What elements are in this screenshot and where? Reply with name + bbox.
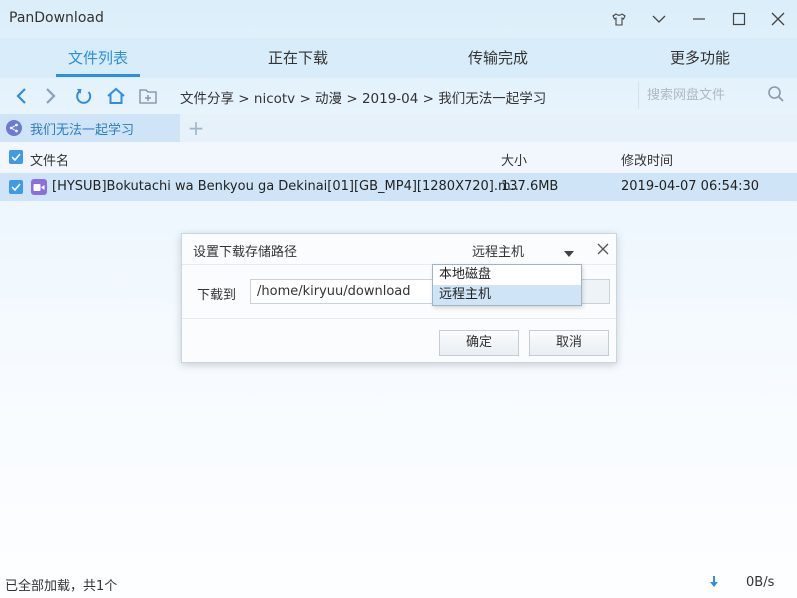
active-tab-indicator (56, 74, 140, 77)
search-box (638, 81, 790, 109)
download-arrow-icon (708, 575, 720, 593)
breadcrumb[interactable]: 文件分享 > nicotv > 动漫 > 2019-04 > 我们无法一起学习 (180, 87, 546, 107)
folder-tab-label: 我们无法一起学习 (30, 122, 135, 138)
file-modified: 2019-04-07 06:54:30 (621, 179, 760, 194)
title-bar: PanDownload (0, 0, 797, 38)
storage-mode-value: 远程主机 (472, 245, 525, 260)
share-icon (6, 120, 22, 136)
add-tab-icon[interactable]: + (186, 117, 206, 139)
close-icon[interactable] (766, 8, 790, 30)
column-header-name[interactable]: 文件名 (30, 150, 69, 169)
folder-tab[interactable]: 我们无法一起学习 (0, 114, 180, 142)
storage-mode-dropdown: 本地磁盘 远程主机 (432, 264, 582, 306)
main-tabs: 文件列表 正在下载 传输完成 更多功能 (0, 38, 797, 78)
app-title: PanDownload (9, 10, 104, 26)
download-speed: 0B/s (746, 575, 775, 590)
tab-more[interactable]: 更多功能 (642, 38, 758, 78)
dropdown-option-local-disk[interactable]: 本地磁盘 (433, 265, 581, 285)
dropdown-arrow-icon (564, 246, 574, 261)
row-checkbox[interactable] (9, 180, 23, 194)
refresh-icon[interactable] (72, 83, 96, 109)
download-to-label: 下载到 (197, 288, 237, 303)
column-header-size[interactable]: 大小 (501, 150, 527, 169)
select-all-checkbox[interactable] (9, 150, 23, 164)
maximize-icon[interactable] (727, 8, 751, 30)
storage-mode-select[interactable]: 远程主机 (472, 239, 582, 261)
column-header-modified[interactable]: 修改时间 (621, 150, 673, 169)
video-file-icon (31, 179, 47, 195)
minimize-icon[interactable] (687, 8, 711, 30)
new-folder-icon[interactable] (136, 83, 160, 109)
file-name: [HYSUB]Bokutachi wa Benkyou ga Dekinai[0… (52, 179, 524, 194)
status-text: 已全部加载，共1个 (5, 579, 118, 594)
dropdown-option-remote-host[interactable]: 远程主机 (433, 285, 581, 305)
navigation-bar: 文件分享 > nicotv > 动漫 > 2019-04 > 我们无法一起学习 (0, 78, 797, 114)
skin-icon[interactable] (607, 8, 631, 30)
table-row[interactable]: [HYSUB]Bokutachi wa Benkyou ga Dekinai[0… (0, 173, 797, 201)
browse-button[interactable] (580, 279, 610, 304)
forward-icon[interactable] (39, 83, 63, 109)
status-bar: 已全部加载，共1个 0B/s (0, 568, 797, 598)
tab-file-list[interactable]: 文件列表 (40, 38, 156, 78)
dialog-close-icon[interactable] (592, 238, 614, 260)
folder-tab-bar: 我们无法一起学习 + (0, 114, 797, 142)
search-input[interactable] (647, 85, 757, 105)
tab-completed[interactable]: 传输完成 (440, 38, 556, 78)
divider (182, 318, 616, 319)
chevron-down-icon[interactable] (647, 8, 671, 30)
back-icon[interactable] (9, 83, 33, 109)
table-header: 文件名 大小 修改时间 (0, 142, 797, 172)
ok-button[interactable]: 确定 (439, 330, 519, 356)
home-icon[interactable] (104, 83, 128, 109)
dialog-title: 设置下载存储路径 (193, 245, 298, 260)
search-icon[interactable] (767, 85, 785, 107)
file-size: 137.6MB (501, 179, 559, 194)
tab-downloading[interactable]: 正在下载 (240, 38, 356, 78)
cancel-button[interactable]: 取消 (529, 330, 609, 356)
